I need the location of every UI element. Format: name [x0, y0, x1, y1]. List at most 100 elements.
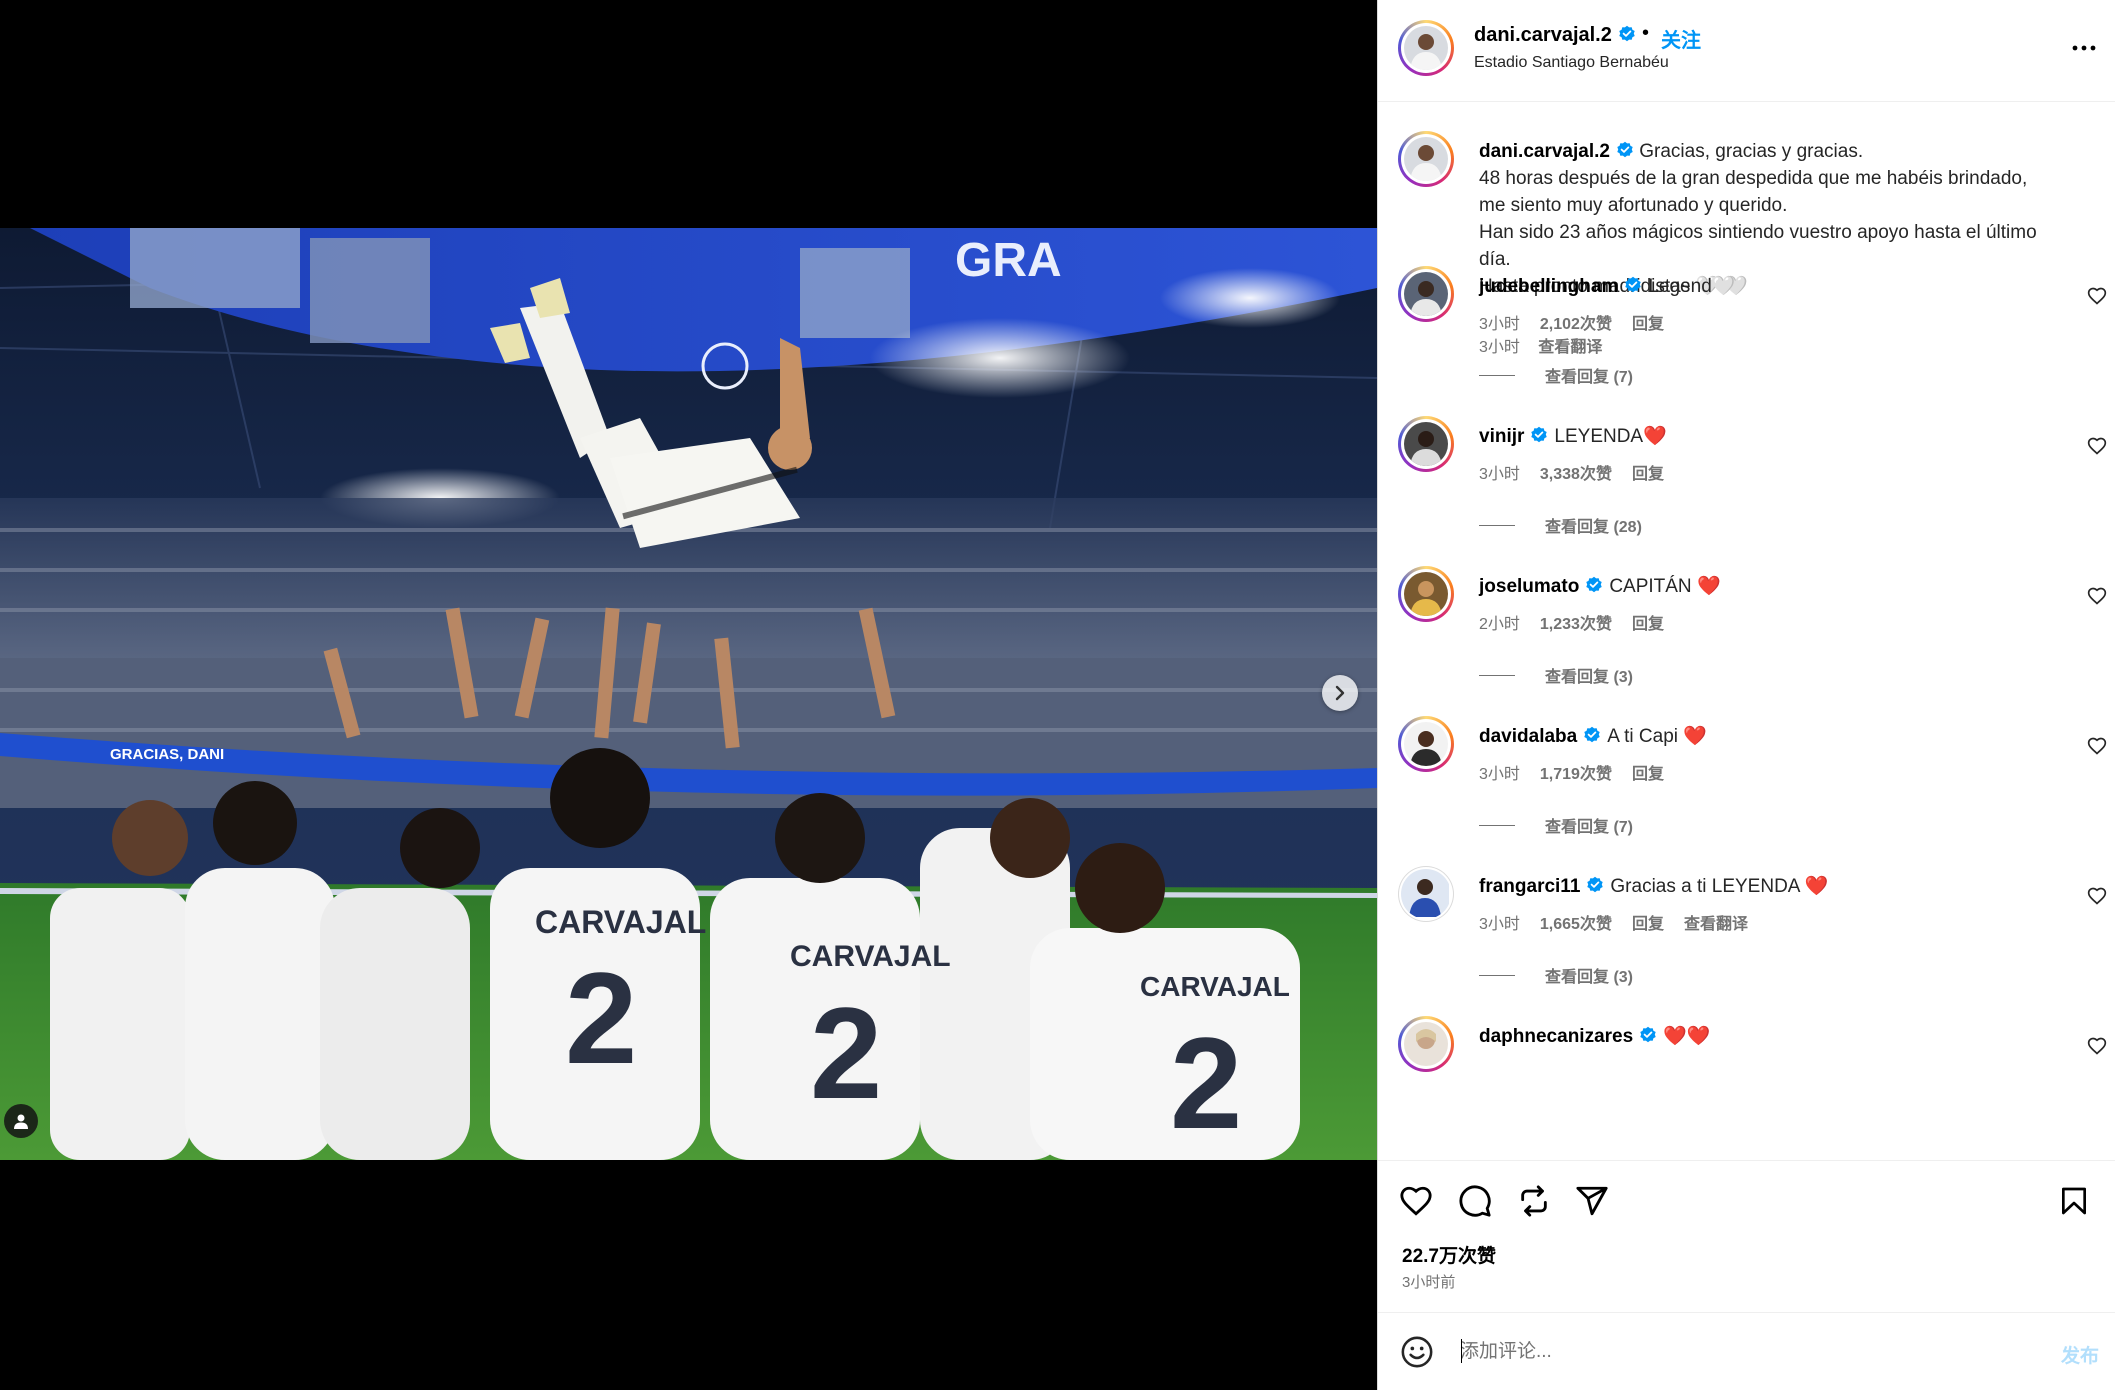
- tagged-users-button[interactable]: [4, 1104, 38, 1138]
- replies-divider: [1479, 974, 1515, 976]
- comment-translate-link[interactable]: 查看翻译: [1684, 916, 1748, 933]
- jersey-number-2: 2: [810, 980, 882, 1126]
- comment-emoji: ❤️: [1643, 426, 1667, 447]
- comment-input[interactable]: [1460, 1333, 2000, 1371]
- comment-likes[interactable]: 3,338次赞: [1540, 466, 1612, 483]
- view-replies-label: 查看回复 (3): [1545, 669, 1634, 686]
- reply-button[interactable]: 回复: [1632, 316, 1664, 333]
- view-replies-link[interactable]: 查看回复 (7): [1479, 363, 1633, 387]
- repost-button[interactable]: [1514, 1181, 1554, 1221]
- comment-item: judebellingham Legend🤍 3小时 2,102次赞 回复 查看回复 …: [1378, 266, 2115, 416]
- more-options-button[interactable]: [2070, 34, 2098, 62]
- comment-avatar-image: [1404, 572, 1448, 616]
- author-username[interactable]: dani.carvajal.2: [1474, 24, 1636, 47]
- repost-icon: [1521, 1185, 1547, 1217]
- reply-button[interactable]: 回复: [1632, 466, 1664, 483]
- comment-username[interactable]: joselumato: [1479, 576, 1579, 597]
- comment-line: davidalaba A ti Capi ❤️: [1479, 724, 1707, 748]
- follow-button[interactable]: 关注: [1661, 24, 1701, 53]
- comment-like-heart-icon[interactable]: [2087, 736, 2107, 756]
- save-button[interactable]: [2054, 1181, 2094, 1221]
- post-side-panel: dani.carvajal.2 • 关注 Estadio Santiago Be…: [1377, 0, 2115, 1390]
- next-slide-button[interactable]: [1322, 675, 1358, 711]
- comment-like-heart-icon[interactable]: [2087, 286, 2107, 306]
- comment-item: daphnecanizares ❤️❤️: [1378, 1016, 2115, 1160]
- header-separator: •: [1642, 22, 1650, 44]
- comment-text: A ti Capi: [1607, 726, 1678, 747]
- likes-count[interactable]: 22.7万次赞: [1402, 1241, 1496, 1268]
- comment-time: 3小时: [1479, 316, 1520, 333]
- post-photo[interactable]: GRA GRACIAS, DANI CARVAJAL 2 CARVAJAL 2 …: [0, 228, 1377, 1160]
- comment-avatar-image: [1404, 422, 1448, 466]
- comment-like-heart-icon[interactable]: [2087, 436, 2107, 456]
- view-replies-label: 查看回复 (7): [1545, 369, 1634, 386]
- comment-username[interactable]: vinijr: [1479, 426, 1524, 447]
- jersey-number-1: 2: [565, 945, 637, 1091]
- comment-button[interactable]: [1455, 1181, 1495, 1221]
- comment-avatar[interactable]: [1398, 566, 1454, 622]
- like-button[interactable]: [1396, 1181, 1436, 1221]
- comment-avatar-image: [1404, 722, 1448, 766]
- comments-scroll-area[interactable]: dani.carvajal.2 Gracias, gracias y graci…: [1378, 103, 2115, 1160]
- comment-avatar-image: [1401, 869, 1449, 917]
- comment-icon: [1459, 1185, 1491, 1217]
- comment-text: LEYENDA: [1554, 426, 1644, 447]
- reply-button[interactable]: 回复: [1632, 616, 1664, 633]
- verified-badge-icon: [1617, 141, 1633, 158]
- comment-likes[interactable]: 1,719次赞: [1540, 766, 1612, 783]
- post-comment-button[interactable]: 发布: [2061, 1341, 2099, 1368]
- emoji-icon: [1401, 1336, 1433, 1368]
- comment-meta: 3小时 2,102次赞 回复: [1479, 310, 1684, 334]
- comment-username[interactable]: judebellingham: [1479, 276, 1618, 297]
- view-replies-link[interactable]: 查看回复 (28): [1479, 513, 1642, 537]
- chevron-right-icon: [1335, 685, 1345, 701]
- jersey-number-3: 2: [1170, 1010, 1242, 1156]
- caption-avatar-image: [1404, 137, 1448, 181]
- comment-text: Gracias a ti LEYENDA: [1610, 876, 1800, 897]
- emoji-button[interactable]: [1400, 1335, 1434, 1369]
- caption-username[interactable]: dani.carvajal.2: [1479, 141, 1610, 162]
- comment-likes[interactable]: 2,102次赞: [1540, 316, 1612, 333]
- screen-text: GRA: [955, 234, 1062, 287]
- author-avatar[interactable]: [1398, 20, 1454, 76]
- comment-username[interactable]: daphnecanizares: [1479, 1026, 1633, 1047]
- comment-avatar[interactable]: [1398, 1016, 1454, 1072]
- comment-username[interactable]: frangarci11: [1479, 876, 1580, 897]
- comment-text: Legend🤍: [1648, 276, 1736, 297]
- comment-username[interactable]: davidalaba: [1479, 726, 1577, 747]
- comment-like-heart-icon[interactable]: [2087, 1036, 2107, 1056]
- posted-time: 3小时前: [1402, 1274, 1456, 1291]
- caption-avatar[interactable]: [1398, 131, 1454, 187]
- view-replies-link[interactable]: 查看回复 (7): [1479, 813, 1633, 837]
- reply-button[interactable]: 回复: [1632, 916, 1664, 933]
- verified-badge-icon: [1531, 426, 1548, 443]
- comment-like-heart-icon[interactable]: [2087, 886, 2107, 906]
- comment-meta: 3小时 1,719次赞 回复: [1479, 760, 1684, 784]
- post-location[interactable]: Estadio Santiago Bernabéu: [1474, 54, 1669, 72]
- comment-line: joselumato CAPITÁN ❤️: [1479, 574, 1721, 598]
- author-username-text: dani.carvajal.2: [1474, 24, 1612, 46]
- comment-avatar-image: [1404, 272, 1448, 316]
- comment-emoji: ❤️❤️: [1663, 1026, 1711, 1047]
- comment-line: judebellingham Legend🤍: [1479, 274, 1735, 298]
- share-button[interactable]: [1572, 1181, 1612, 1221]
- comment-composer: 发布: [1378, 1312, 2115, 1390]
- comment-avatar[interactable]: [1398, 866, 1454, 922]
- comment-like-heart-icon[interactable]: [2087, 586, 2107, 606]
- comment-avatar[interactable]: [1398, 416, 1454, 472]
- comment-likes[interactable]: 1,233次赞: [1540, 616, 1612, 633]
- verified-badge-icon: [1625, 276, 1642, 293]
- comment-likes[interactable]: 1,665次赞: [1540, 916, 1612, 933]
- comment-avatar[interactable]: [1398, 266, 1454, 322]
- reply-button[interactable]: 回复: [1632, 766, 1664, 783]
- comment-meta: 3小时 1,665次赞 回复 查看翻译: [1479, 910, 1768, 934]
- view-replies-link[interactable]: 查看回复 (3): [1479, 963, 1633, 987]
- comment-item: vinijr LEYENDA❤️ 3小时 3,338次赞 回复 查看回复 (28): [1378, 416, 2115, 566]
- view-replies-label: 查看回复 (7): [1545, 819, 1634, 836]
- comment-emoji: ❤️: [1696, 576, 1721, 597]
- verified-badge-icon: [1640, 1026, 1656, 1043]
- comment-avatar[interactable]: [1398, 716, 1454, 772]
- comment-text: CAPITÁN: [1609, 576, 1692, 597]
- view-replies-link[interactable]: 查看回复 (3): [1479, 663, 1633, 687]
- comment-time: 3小时: [1479, 466, 1520, 483]
